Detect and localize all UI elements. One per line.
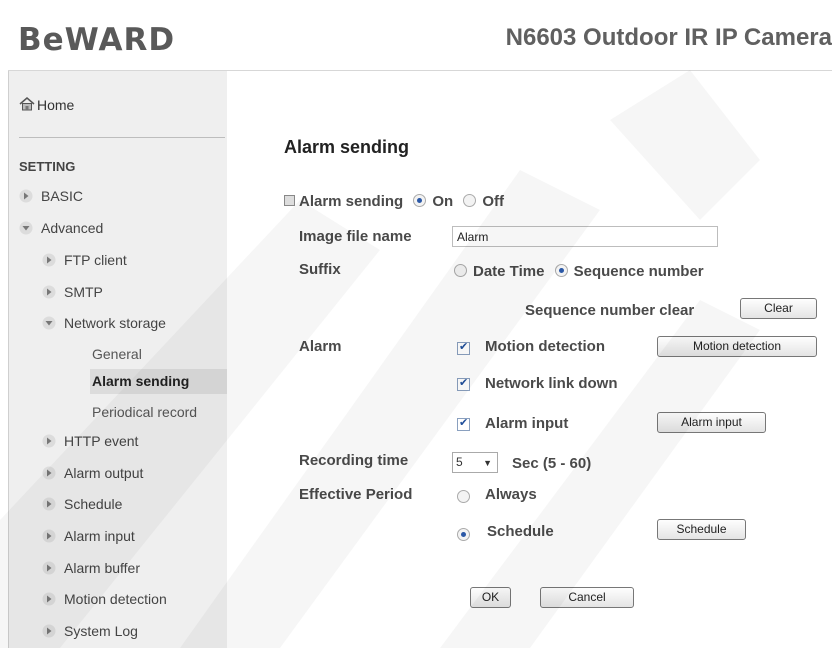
alarm-sending-row: Alarm sending On Off: [284, 193, 504, 210]
chevron-right-icon: [42, 466, 56, 480]
sidebar-item-label: Advanced: [41, 220, 104, 236]
alarm-sending-label: Alarm sending: [299, 193, 404, 210]
sidebar-item-label: Alarm output: [64, 465, 144, 481]
image-file-name-input[interactable]: [452, 226, 718, 247]
recording-time-unit: Sec (5 - 60): [512, 455, 592, 472]
home-label: Home: [37, 97, 75, 113]
suffix-options: Date Time Sequence number: [454, 263, 704, 280]
clear-button[interactable]: Clear: [740, 298, 817, 319]
divider: [19, 137, 225, 138]
chevron-right-icon: [42, 561, 56, 575]
sidebar-item-label: Alarm input: [64, 528, 135, 544]
sidebar-item-label: SMTP: [64, 284, 103, 300]
sidebar-item-alarm-buffer[interactable]: Alarm buffer: [42, 560, 140, 576]
suffix-sequence-radio[interactable]: [554, 264, 568, 277]
motion-detection-button[interactable]: Motion detection: [657, 336, 817, 357]
chevron-right-icon: [42, 285, 56, 299]
sidebar-subitem-general[interactable]: General: [92, 346, 142, 362]
sidebar-item-motion-detection[interactable]: Motion detection: [42, 591, 167, 607]
chevron-right-icon: [42, 434, 56, 448]
suffix-date-time-label: Date Time: [473, 263, 545, 280]
sidebar-item-basic[interactable]: BASIC: [19, 188, 83, 204]
chevron-down-icon: [19, 221, 33, 235]
suffix-label: Suffix: [299, 261, 341, 278]
sidebar-item-label: System Log: [64, 623, 138, 639]
chevron-down-icon: ▼: [483, 458, 492, 468]
chevron-right-icon: [42, 253, 56, 267]
sidebar-subitem-alarm-sending[interactable]: Alarm sending: [90, 369, 227, 394]
setting-heading: SETTING: [19, 159, 76, 174]
sidebar: Home SETTING BASIC Advanced FTP client S…: [9, 71, 227, 648]
sidebar-item-network-storage[interactable]: Network storage: [42, 315, 166, 331]
square-bullet-icon: [284, 195, 295, 206]
sidebar-item-label: BASIC: [41, 188, 84, 204]
header: BeWARD N6603 Outdoor IR IP Camera: [8, 0, 832, 71]
network-link-down-label: Network link down: [485, 375, 618, 392]
sidebar-subitem-periodical-record[interactable]: Periodical record: [92, 404, 197, 420]
sequence-number-clear-label: Sequence number clear: [525, 302, 695, 319]
effective-period-always-label: Always: [485, 486, 537, 503]
sidebar-item-advanced[interactable]: Advanced: [19, 220, 103, 236]
chevron-right-icon: [42, 592, 56, 606]
alarm-input-label: Alarm input: [485, 415, 569, 432]
sidebar-item-smtp[interactable]: SMTP: [42, 284, 103, 300]
alarm-input-checkbox[interactable]: [457, 416, 470, 431]
motion-detection-checkbox[interactable]: [457, 340, 470, 355]
alarm-label: Alarm: [299, 338, 342, 355]
chevron-down-icon: [42, 316, 56, 330]
effective-period-always-radio[interactable]: [457, 490, 470, 503]
sidebar-item-ftp-client[interactable]: FTP client: [42, 252, 127, 268]
sidebar-subitem-label: Alarm sending: [92, 373, 190, 389]
alarm-input-button[interactable]: Alarm input: [657, 412, 766, 433]
suffix-date-time-radio[interactable]: [454, 264, 467, 277]
suffix-sequence-label: Sequence number: [573, 263, 704, 280]
sidebar-item-schedule[interactable]: Schedule: [42, 496, 122, 512]
chevron-right-icon: [42, 624, 56, 638]
recording-time-label: Recording time: [299, 452, 409, 469]
chevron-right-icon: [42, 497, 56, 511]
network-link-down-checkbox[interactable]: [457, 376, 470, 391]
chevron-right-icon: [42, 529, 56, 543]
sidebar-item-alarm-input[interactable]: Alarm input: [42, 528, 135, 544]
main-content: Alarm sending Alarm sending On Off Image…: [227, 71, 832, 648]
effective-period-schedule-label: Schedule: [487, 523, 554, 540]
brand-logo: BeWARD: [18, 22, 176, 58]
alarm-sending-on-label: On: [432, 193, 454, 210]
ok-button[interactable]: OK: [470, 587, 511, 608]
page-title: Alarm sending: [284, 137, 410, 157]
camera-model-title: N6603 Outdoor IR IP Camera: [505, 24, 832, 51]
home-link[interactable]: Home: [19, 97, 74, 113]
sidebar-item-system-log[interactable]: System Log: [42, 623, 138, 639]
alarm-sending-on-radio[interactable]: [413, 194, 427, 207]
sidebar-item-label: HTTP event: [64, 433, 139, 449]
sidebar-item-label: Schedule: [64, 496, 123, 512]
sidebar-item-http-event[interactable]: HTTP event: [42, 433, 138, 449]
home-icon: [19, 97, 35, 111]
recording-time-select[interactable]: 5 ▼: [452, 452, 498, 473]
chevron-right-icon: [19, 189, 33, 203]
motion-detection-label: Motion detection: [485, 338, 605, 355]
cancel-button[interactable]: Cancel: [540, 587, 634, 608]
alarm-sending-off-label: Off: [482, 193, 505, 210]
sidebar-item-alarm-output[interactable]: Alarm output: [42, 465, 143, 481]
sidebar-item-label: Alarm buffer: [64, 560, 140, 576]
sidebar-item-label: Motion detection: [64, 591, 167, 607]
sidebar-item-label: FTP client: [64, 252, 127, 268]
effective-period-schedule-radio[interactable]: [457, 528, 470, 541]
effective-period-label: Effective Period: [299, 486, 413, 503]
sidebar-item-label: Network storage: [64, 315, 166, 331]
alarm-sending-off-radio[interactable]: [463, 194, 477, 207]
image-file-name-label: Image file name: [299, 228, 412, 245]
recording-time-value: 5: [456, 455, 463, 469]
schedule-button[interactable]: Schedule: [657, 519, 746, 540]
